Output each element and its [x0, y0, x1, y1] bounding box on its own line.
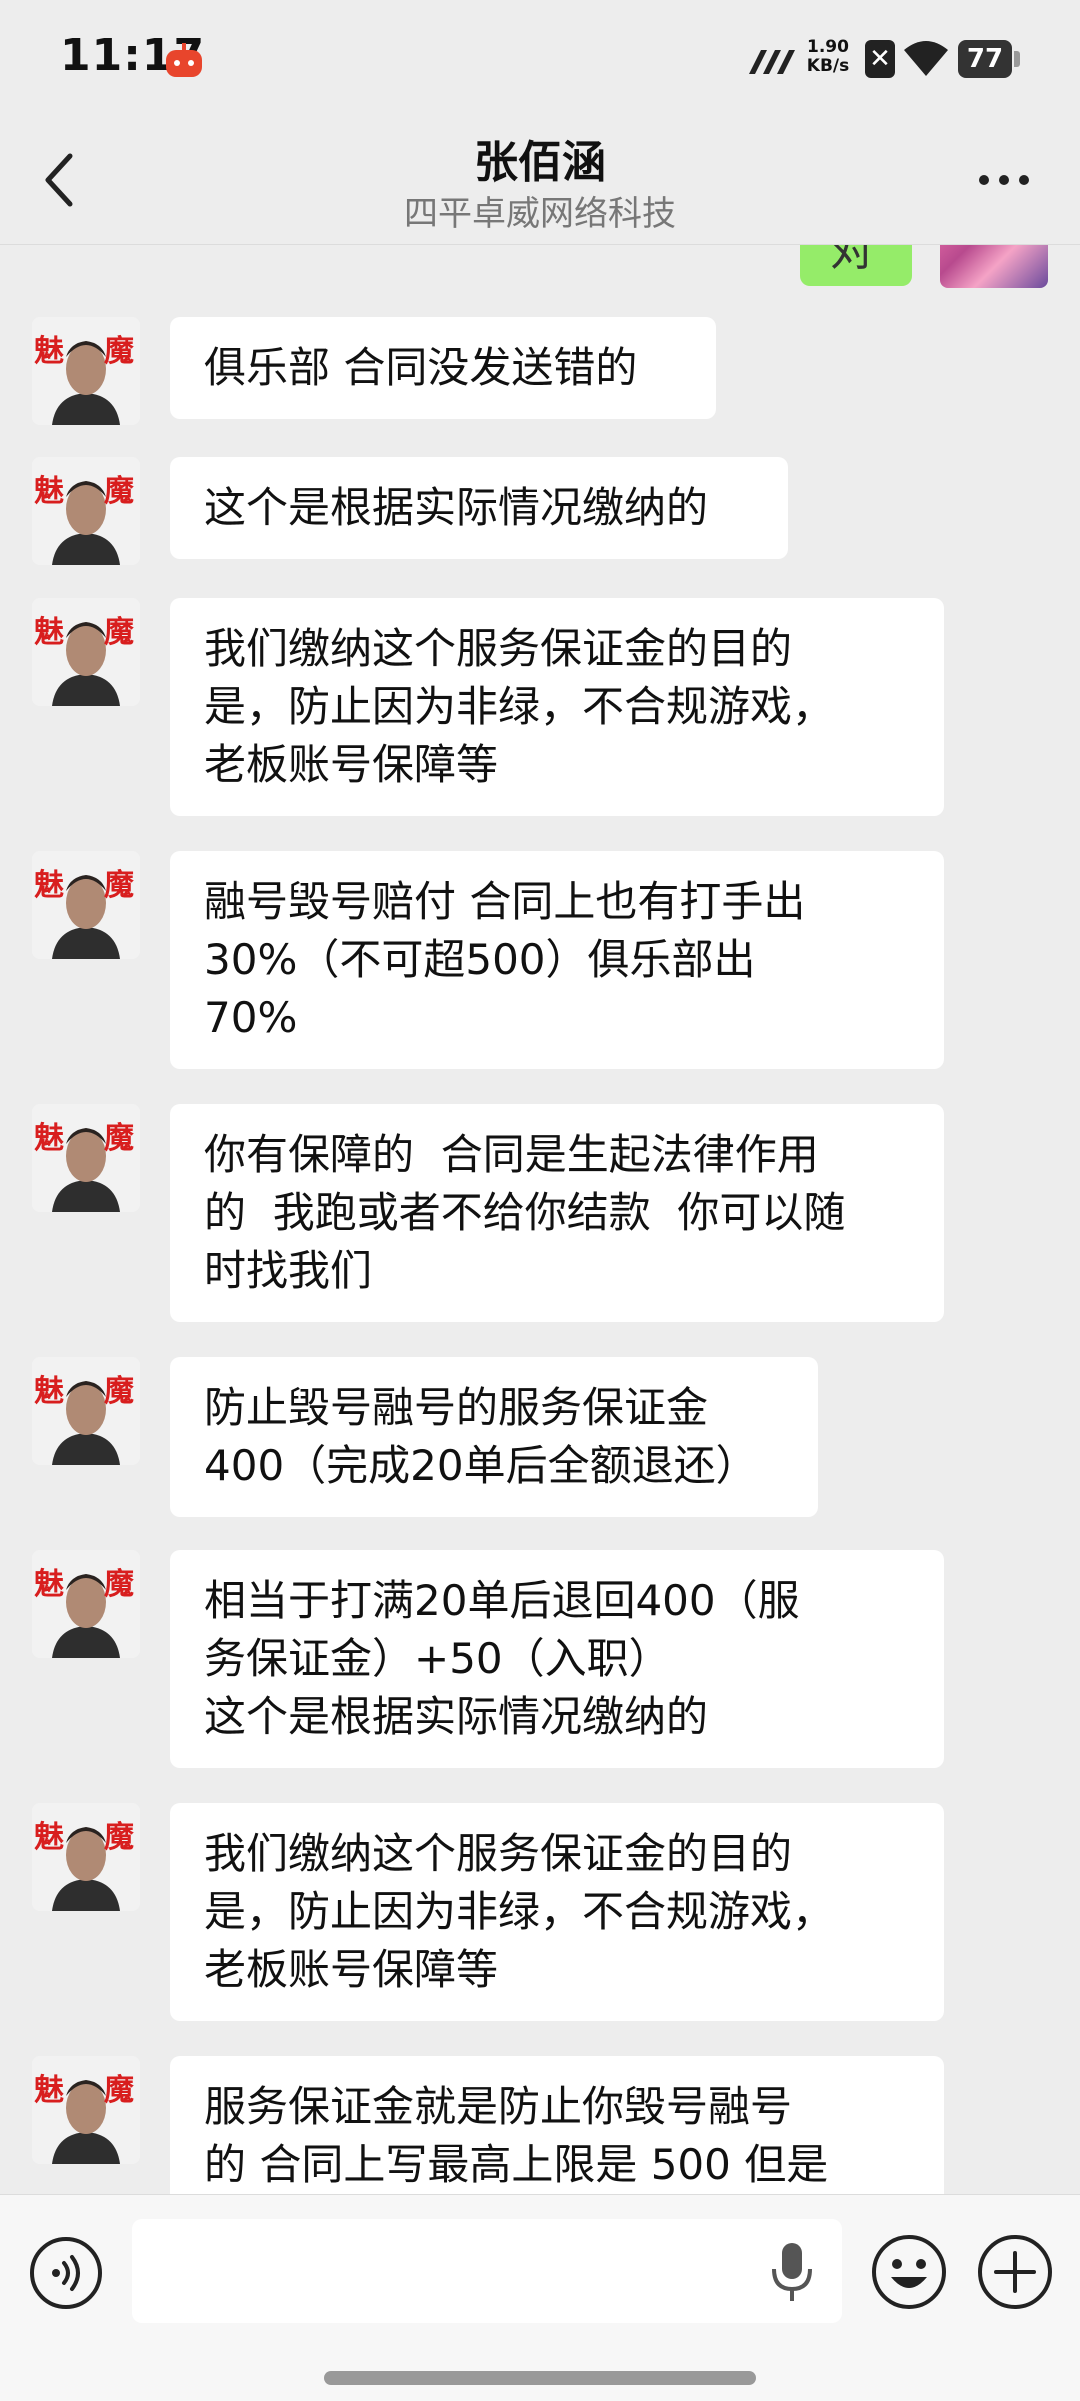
svg-text:魔: 魔 — [104, 1567, 134, 1602]
contact-avatar[interactable]: 魅魔 — [32, 598, 140, 706]
contact-avatar[interactable]: 魅魔 — [32, 1803, 140, 1911]
svg-text:魔: 魔 — [104, 1121, 134, 1156]
svg-text:魅: 魅 — [34, 1374, 64, 1409]
svg-text:魅: 魅 — [34, 1567, 64, 1602]
contact-avatar[interactable]: 魅魔 — [32, 1357, 140, 1465]
svg-text:魔: 魔 — [104, 334, 134, 369]
contact-avatar[interactable]: 魅魔 — [32, 457, 140, 565]
more-icon[interactable] — [976, 168, 1032, 192]
message-input[interactable] — [132, 2219, 842, 2323]
outgoing-message-bubble[interactable]: 对 — [800, 244, 912, 286]
emoji-button[interactable] — [870, 2233, 948, 2311]
svg-text:魅: 魅 — [34, 1820, 64, 1855]
contact-avatar[interactable]: 魅魔 — [32, 317, 140, 425]
signal-icon — [749, 50, 795, 74]
incoming-message-bubble[interactable]: 防止毁号融号的服务保证金 400（完成20单后全额退还） — [170, 1357, 818, 1517]
chat-message-list[interactable]: 对 魅魔俱乐部 合同没发送错的魅魔这个是根据实际情况缴纳的魅魔我们缴纳这个服务保… — [0, 244, 1080, 2194]
battery-level: 77 — [958, 40, 1012, 78]
svg-text:魅: 魅 — [34, 1121, 64, 1156]
input-bar — [0, 2194, 1080, 2401]
svg-text:魔: 魔 — [104, 1820, 134, 1855]
svg-text:魔: 魔 — [104, 2073, 134, 2108]
incoming-message-bubble[interactable]: 服务保证金就是防止你毁号融号 的 合同上写最高上限是 500 但是 — [170, 2056, 944, 2194]
svg-text:魔: 魔 — [104, 1374, 134, 1409]
incoming-message-bubble[interactable]: 融号毁号赔付 合同上也有打手出 30%（不可超500）俱乐部出 70% — [170, 851, 944, 1069]
incoming-message-bubble[interactable]: 我们缴纳这个服务保证金的目的 是，防止因为非绿，不合规游戏， 老板账号保障等 — [170, 598, 944, 816]
network-speed-value: 1.90 — [807, 37, 849, 57]
home-indicator[interactable] — [324, 2371, 756, 2385]
contact-avatar[interactable]: 魅魔 — [32, 1550, 140, 1658]
svg-text:魅: 魅 — [34, 615, 64, 650]
more-functions-button[interactable] — [976, 2233, 1054, 2311]
chat-header: 张佰涵 四平卓威网络科技 — [0, 120, 1080, 245]
svg-text:魔: 魔 — [104, 868, 134, 903]
incoming-message-bubble[interactable]: 俱乐部 合同没发送错的 — [170, 317, 716, 419]
my-avatar[interactable] — [940, 244, 1048, 288]
voice-mode-button[interactable] — [28, 2235, 104, 2311]
microphone-icon[interactable] — [770, 2241, 814, 2303]
contact-avatar[interactable]: 魅魔 — [32, 2056, 140, 2164]
status-bar: 11:17 1.90 KB/s ✕ 77 — [0, 0, 1080, 120]
incoming-message-bubble[interactable]: 这个是根据实际情况缴纳的 — [170, 457, 788, 559]
incoming-message-bubble[interactable]: 相当于打满20单后退回400（服 务保证金）+50（入职） 这个是根据实际情况缴… — [170, 1550, 944, 1768]
contact-avatar[interactable]: 魅魔 — [32, 1104, 140, 1212]
chat-subtitle: 四平卓威网络科技 — [404, 194, 676, 234]
svg-text:魔: 魔 — [104, 615, 134, 650]
battery-tip — [1014, 51, 1020, 67]
svg-text:魔: 魔 — [104, 474, 134, 509]
svg-text:魅: 魅 — [34, 2073, 64, 2108]
outgoing-message-text: 对 — [830, 244, 874, 276]
sim-off-icon: ✕ — [865, 40, 895, 78]
network-speed: 1.90 KB/s — [803, 38, 853, 76]
svg-text:魅: 魅 — [34, 334, 64, 369]
network-speed-unit: KB/s — [806, 56, 850, 76]
battery-icon: 77 — [958, 40, 1020, 78]
svg-text:魅: 魅 — [34, 868, 64, 903]
wifi-icon — [904, 41, 948, 76]
svg-text:魅: 魅 — [34, 474, 64, 509]
notification-app-icon — [166, 43, 202, 77]
incoming-message-bubble[interactable]: 我们缴纳这个服务保证金的目的 是，防止因为非绿，不合规游戏， 老板账号保障等 — [170, 1803, 944, 2021]
chat-title: 张佰涵 — [474, 137, 606, 188]
incoming-message-bubble[interactable]: 你有保障的 合同是生起法律作用 的 我跑或者不给你结款 你可以随 时找我们 — [170, 1104, 944, 1322]
contact-avatar[interactable]: 魅魔 — [32, 851, 140, 959]
